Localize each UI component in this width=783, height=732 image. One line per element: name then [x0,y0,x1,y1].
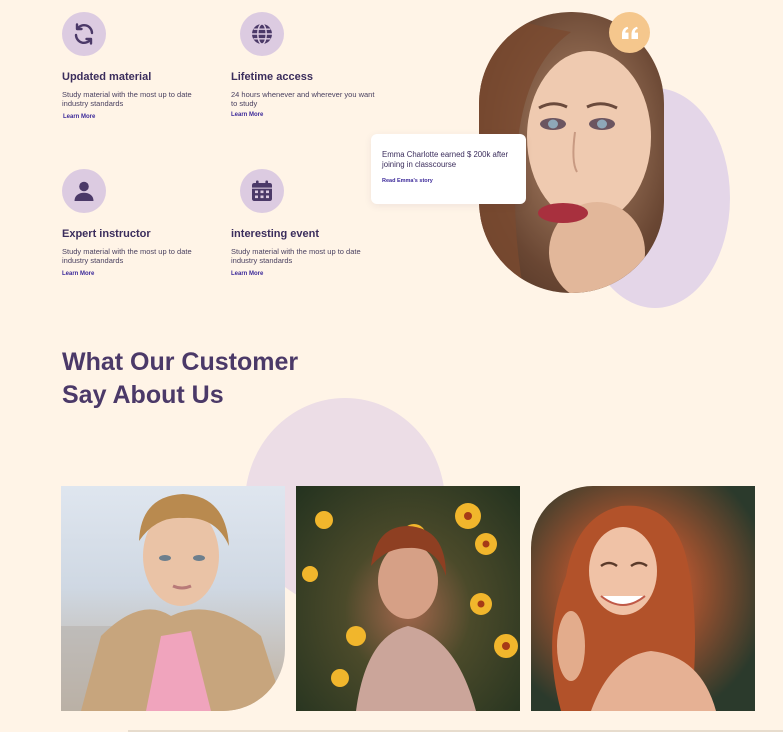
feature-title: interesting event [231,228,320,240]
learn-more-link[interactable]: Learn More [231,271,401,277]
refresh-icon [62,12,106,56]
page: Updated material Study material with the… [0,0,783,732]
feature-updated-material: Updated material Study material with the… [62,12,232,120]
quote-icon [609,12,650,53]
learn-more-link[interactable]: Learn More [231,112,401,118]
section-heading-line-1: What Our Customer [62,348,299,376]
globe-icon [240,12,284,56]
customer-photo [531,486,755,711]
story-text: Emma Charlotte earned $ 200k after joini… [382,150,509,169]
calendar-icon [240,169,284,213]
feature-lifetime-access: Lifetime access 24 hours whenever and wh… [231,12,401,118]
story-card: Emma Charlotte earned $ 200k after joini… [371,134,526,204]
feature-description: Study material with the most up to date … [62,247,192,265]
learn-more-link[interactable]: Learn More [63,114,232,120]
section-heading: What Our Customer Say About Us [62,346,298,412]
customer-photo [296,486,520,711]
feature-expert-instructor: Expert instructor Study material with th… [62,169,232,277]
learn-more-link[interactable]: Learn More [62,271,232,277]
section-heading-line-2: Say About Us [62,381,224,409]
feature-description: 24 hours whenever and wherever you want … [231,90,375,108]
feature-title: Expert instructor [62,228,151,240]
feature-description: Study material with the most up to date … [62,90,192,108]
feature-title: Updated material [62,71,152,83]
user-icon [62,169,106,213]
feature-description: Study material with the most up to date … [231,247,361,265]
read-story-link[interactable]: Read Emma's story [382,178,515,184]
feature-title: Lifetime access [231,71,313,83]
customer-photo [61,486,285,711]
